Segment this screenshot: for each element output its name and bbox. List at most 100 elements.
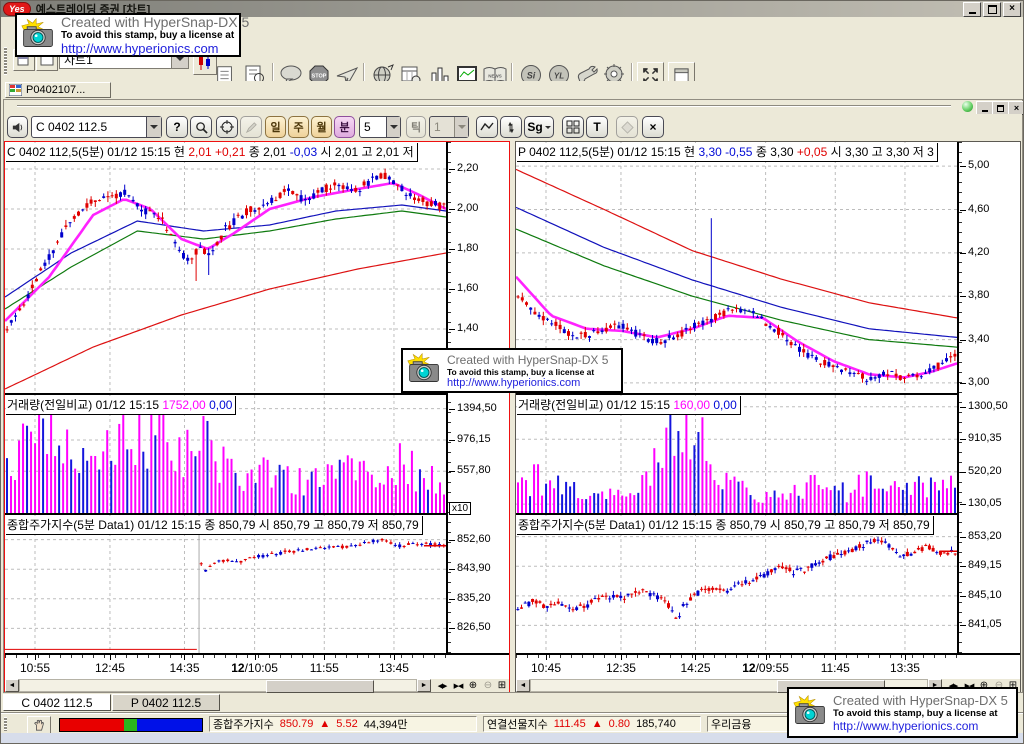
price-pane-header: C 0402 112,5(5분) 01/12 15:15 현 2,01 +0,2… <box>6 143 418 162</box>
kospi-status-field: 종합주가지수 850.79 ▲ 5.52 44,394만 <box>209 716 477 732</box>
kospi-volume: 44,394만 <box>364 716 408 732</box>
tick-mode-button[interactable]: 틱 <box>406 116 426 138</box>
hypersnap-stamp: Created with HyperSnap-DX 5 To avoid thi… <box>401 348 623 393</box>
tab-put-option[interactable]: P 0402 112.5 <box>112 694 220 711</box>
announce-button[interactable] <box>7 116 28 138</box>
tick-interval-combo[interactable]: 1 <box>429 116 469 138</box>
zoom-in-button[interactable]: ⊕ <box>466 679 480 692</box>
scroll-left-button[interactable]: ◄ <box>516 679 530 692</box>
signal-button[interactable]: Sg <box>524 116 554 138</box>
symbol-value: C 0402 112.5 <box>32 120 146 134</box>
grid-icon <box>566 120 580 134</box>
up-arrow-icon: ▲ <box>319 718 330 730</box>
scroll-track[interactable] <box>19 679 417 692</box>
stamp-link[interactable]: http://www.hyperionics.com <box>61 41 249 56</box>
stock-name: 우리금융 <box>711 716 751 732</box>
grid-view-button[interactable]: ⊞ <box>495 679 509 692</box>
line-chart-icon <box>480 121 494 133</box>
stamp-line1: Created with HyperSnap-DX 5 <box>447 353 608 367</box>
up-down-arrows-icon <box>505 121 517 134</box>
index-chart[interactable] <box>5 515 446 653</box>
kospi-value: 850.79 <box>280 718 314 730</box>
gauge-green-segment <box>124 719 137 731</box>
period-minute-button[interactable]: 분 <box>334 116 355 138</box>
minimize-button[interactable] <box>963 2 981 17</box>
x-axis: 10:4512:3514:2512/09:5511:4513:35 <box>516 653 1020 677</box>
expand-bars-button[interactable]: ◀▶ <box>435 679 449 692</box>
diamond-tool-button[interactable] <box>616 116 638 138</box>
chart-restore-button[interactable] <box>992 101 1009 115</box>
stamp-link[interactable]: http://www.hyperionics.com <box>447 377 608 389</box>
interval-value: 5 <box>360 120 386 134</box>
draw-button[interactable] <box>240 116 262 138</box>
chevron-down-icon <box>545 126 551 129</box>
zoom-button[interactable] <box>190 116 212 138</box>
scroll-thumb[interactable] <box>266 680 375 693</box>
futures-value: 111.45 <box>554 718 586 730</box>
scroll-left-button[interactable]: ◄ <box>5 679 19 692</box>
period-week-button[interactable]: 주 <box>288 116 309 138</box>
chevron-down-icon[interactable] <box>386 117 400 137</box>
toolbar-grip[interactable] <box>4 47 7 75</box>
camera-icon <box>20 17 56 54</box>
volume-pane-header: 거래량(전일비교) 01/12 15:15 1752,00 0,00 <box>6 396 236 415</box>
magnifier-icon <box>195 121 208 134</box>
doc-tab-p0402107[interactable]: P0402107... <box>5 82 111 98</box>
stamp-link[interactable]: http://www.hyperionics.com <box>833 719 1008 733</box>
camera-icon <box>792 694 828 731</box>
speaker-icon <box>11 121 24 134</box>
index-chart[interactable] <box>516 515 957 653</box>
symbol-combo[interactable]: C 0402 112.5 <box>31 116 162 138</box>
volume-pane-header: 거래량(전일비교) 01/12 15:15 160,00 0,00 <box>517 396 741 415</box>
gauge-blue-segment <box>137 719 202 731</box>
interval-combo[interactable]: 5 <box>359 116 401 138</box>
svg-text:Si: Si <box>526 71 535 81</box>
period-day-button[interactable]: 일 <box>265 116 286 138</box>
collapse-bars-button[interactable]: ▶◀ <box>451 679 465 692</box>
stamp-line2: To avoid this stamp, buy a license at <box>61 30 249 41</box>
chart-close-button[interactable]: × <box>1008 101 1024 115</box>
hand-icon <box>33 719 45 731</box>
close-chart-button[interactable]: × <box>642 116 664 138</box>
diamond-icon <box>621 121 634 134</box>
zoom-out-button[interactable]: ⊖ <box>481 679 495 692</box>
futures-label: 연결선물지수 <box>487 716 548 732</box>
y-axis: 2,202,001,801,601,401394,50976,15557,808… <box>446 142 509 653</box>
price-pane-header: P 0402 112,5(5분) 01/12 15:15 현 3,30 -0,5… <box>517 143 938 162</box>
period-month-button[interactable]: 월 <box>311 116 332 138</box>
restore-button[interactable] <box>983 2 1001 17</box>
chevron-down-icon <box>454 117 468 137</box>
text-tool-button[interactable]: T <box>586 116 608 138</box>
chart-minimize-button[interactable] <box>976 101 993 115</box>
chevron-down-icon[interactable] <box>146 117 161 137</box>
price-chart[interactable] <box>5 142 446 393</box>
kospi-label: 종합주가지수 <box>213 716 274 732</box>
scroll-right-button[interactable]: ► <box>417 679 431 692</box>
hand-button[interactable] <box>27 716 51 734</box>
window-caption-grip[interactable] <box>17 105 951 107</box>
hypersnap-stamp: Created with HyperSnap-DX 5 To avoid thi… <box>15 13 241 57</box>
chart-toolbar: C 0402 112.5 ? 일 주 월 분 5 틱 1 <box>4 114 1022 141</box>
gauge-red-segment <box>60 719 124 731</box>
document-tab-row: P0402107... <box>1 81 1023 99</box>
chart-scrollbar: ◄ ► ◀▶ ▶◀ ⊕ ⊖ ⊞ <box>5 679 509 692</box>
x-axis: 10:5512:4514:3512/10:0511:5513:45 <box>5 653 509 677</box>
sort-updown-button[interactable] <box>500 116 522 138</box>
hypersnap-stamp: Created with HyperSnap-DX 5 To avoid thi… <box>787 687 1018 738</box>
close-button[interactable]: × <box>1003 2 1021 17</box>
crosshair-button[interactable] <box>216 116 238 138</box>
tick-interval-value: 1 <box>430 120 454 134</box>
stamp-line2: To avoid this stamp, buy a license at <box>447 367 608 377</box>
up-arrow-icon: ▲ <box>592 718 603 730</box>
mini-table-icon <box>9 84 22 96</box>
help-button[interactable]: ? <box>166 116 188 138</box>
tab-call-option[interactable]: C 0402 112.5 <box>3 694 111 711</box>
position-gauge <box>59 718 203 732</box>
stamp-line1: Created with HyperSnap-DX 5 <box>61 14 249 30</box>
futures-change: 0.80 <box>609 718 630 730</box>
futures-volume: 185,740 <box>636 718 676 730</box>
status-orb-icon <box>962 101 973 112</box>
line-chart-button[interactable] <box>476 116 498 138</box>
futures-status-field: 연결선물지수 111.45 ▲ 0.80 185,740 <box>483 716 701 732</box>
grid-layout-button[interactable] <box>562 116 584 138</box>
